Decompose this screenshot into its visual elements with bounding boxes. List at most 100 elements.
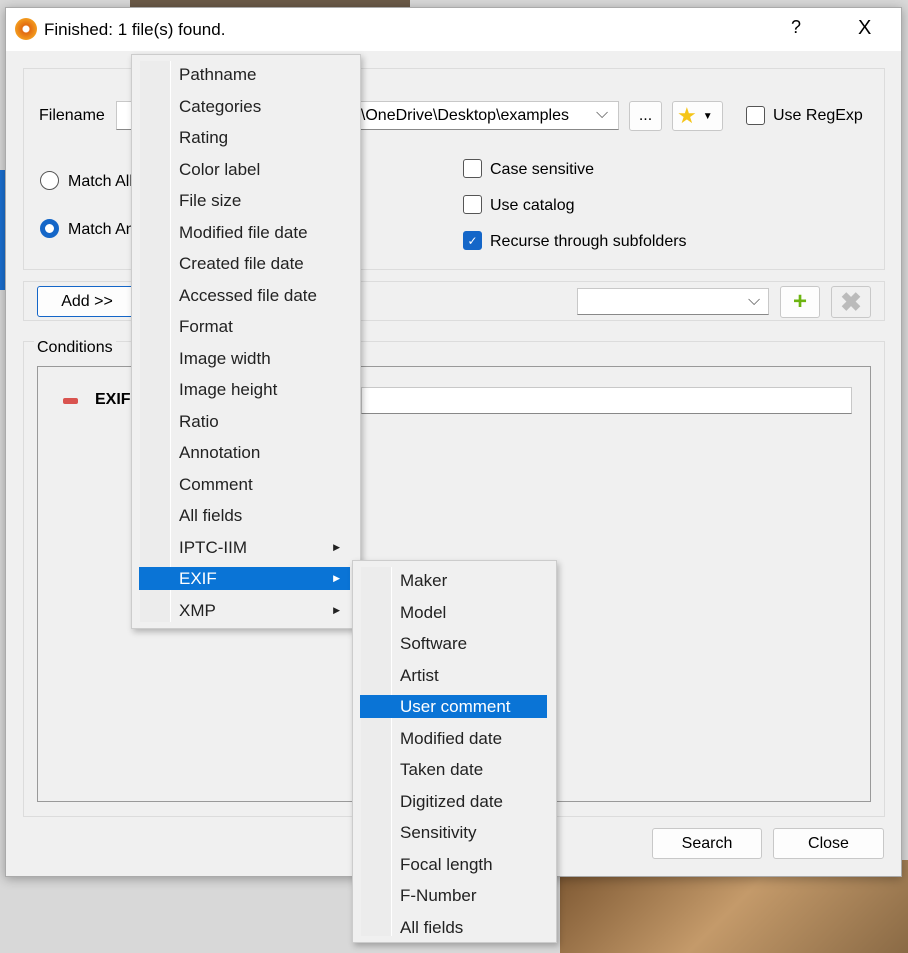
recurse-label: Recurse through subfolders <box>490 233 687 250</box>
menu-item-xmp[interactable]: XMP ▶ <box>139 599 350 622</box>
menu-item-comment[interactable]: Comment <box>139 473 350 496</box>
preset-combo[interactable]: ⌵ <box>577 288 769 315</box>
menu-item-artist[interactable]: Artist <box>360 664 547 687</box>
menu-item-label: File size <box>179 191 242 210</box>
menu-item-label: Format <box>179 317 233 336</box>
menu-item-format[interactable]: Format <box>139 315 350 338</box>
remove-condition-icon[interactable] <box>63 398 78 404</box>
menu-item-label: EXIF <box>179 569 217 588</box>
favorites-button[interactable]: ★ ▼ <box>672 101 723 131</box>
recurse-checkbox[interactable]: ✓ <box>463 231 482 250</box>
menu-item-label: Sensitivity <box>400 823 477 842</box>
match-any-radio[interactable] <box>40 219 59 238</box>
close-window-button[interactable]: X <box>858 17 871 40</box>
menu-item-maker[interactable]: Maker <box>360 569 547 592</box>
add-label: Add >> <box>61 292 113 310</box>
menu-item-image-height[interactable]: Image height <box>139 378 350 401</box>
menu-item-exif[interactable]: EXIF ▶ <box>139 567 350 590</box>
menu-item-pathname[interactable]: Pathname <box>139 63 350 86</box>
menu-item-label: All fields <box>179 506 243 525</box>
menu-item-created-file-date[interactable]: Created file date <box>139 252 350 275</box>
menu-item-software[interactable]: Software <box>360 632 547 655</box>
chevron-down-icon: ⌵ <box>748 292 761 309</box>
menu-item-user-comment[interactable]: User comment <box>360 695 547 718</box>
app-logo-icon <box>15 18 37 40</box>
delete-preset-button[interactable]: ✖ <box>831 286 871 318</box>
menu-item-label: User comment <box>400 697 511 716</box>
menu-item-modified-file-date[interactable]: Modified file date <box>139 221 350 244</box>
match-all-radio[interactable] <box>40 171 59 190</box>
menu-item-file-size[interactable]: File size <box>139 189 350 212</box>
add-button[interactable]: Add >> <box>37 286 137 317</box>
submenu-arrow-icon: ▶ <box>333 604 340 615</box>
menu-item-categories[interactable]: Categories <box>139 95 350 118</box>
close-label: Close <box>808 834 849 852</box>
menu-item-label: Modified date <box>400 728 503 748</box>
case-sensitive-label: Case sensitive <box>490 161 595 178</box>
menu-item-label: Digitized date <box>400 791 504 811</box>
search-button[interactable]: Search <box>652 828 762 859</box>
menu-item-label: Rating <box>179 128 229 147</box>
menu-item-label: Maker <box>400 571 448 590</box>
menu-item-digitized-date[interactable]: Digitized date <box>360 790 547 813</box>
menu-item-label: Comment <box>179 474 253 494</box>
menu-item-label: Image width <box>179 348 271 368</box>
menu-item-label: XMP <box>179 600 216 620</box>
menu-item-all-fields[interactable]: All fields <box>360 916 547 939</box>
menu-item-image-width[interactable]: Image width <box>139 347 350 370</box>
use-catalog-label: Use catalog <box>490 197 575 214</box>
submenu-arrow-icon: ▶ <box>333 573 340 583</box>
delete-icon: ✖ <box>840 286 862 317</box>
conditions-label: Conditions <box>34 339 116 357</box>
close-button[interactable]: Close <box>773 828 884 859</box>
menu-item-label: Accessed file date <box>179 285 317 305</box>
menu-item-rating[interactable]: Rating <box>139 126 350 149</box>
menu-item-all-fields[interactable]: All fields <box>139 504 350 527</box>
menu-item-label: Taken date <box>400 760 484 779</box>
menu-item-color-label[interactable]: Color label <box>139 158 350 181</box>
search-label: Search <box>681 834 733 852</box>
add-preset-button[interactable]: + <box>780 286 820 318</box>
menu-item-sensitivity[interactable]: Sensitivity <box>360 821 547 844</box>
use-regexp-checkbox[interactable] <box>746 106 765 125</box>
chevron-down-icon: ⌵ <box>596 105 609 122</box>
menu-item-label: All fields <box>400 917 464 937</box>
menu-item-label: Model <box>400 602 447 622</box>
condition-value-input[interactable] <box>361 387 852 414</box>
submenu-arrow-icon: ▶ <box>333 541 340 552</box>
help-button[interactable]: ? <box>791 17 801 38</box>
case-sensitive-checkbox[interactable] <box>463 159 482 178</box>
menu-item-model[interactable]: Model <box>360 601 547 624</box>
filename-label: Filename <box>39 107 105 124</box>
path-combo[interactable]: a\OneDrive\Desktop\examples ⌵ <box>324 101 619 130</box>
menu-item-focal-length[interactable]: Focal length <box>360 853 547 876</box>
use-catalog-checkbox[interactable] <box>463 195 482 214</box>
match-all-label: Match All <box>68 173 133 190</box>
title-bar: Finished: 1 file(s) found. ? X <box>6 8 901 51</box>
condition-field-label: EXIF <box>95 391 131 408</box>
menu-item-label: Pathname <box>179 65 257 84</box>
menu-item-label: F-Number <box>400 886 477 905</box>
menu-item-label: Focal length <box>400 854 493 874</box>
browse-button[interactable]: ... <box>629 101 662 131</box>
menu-item-label: Artist <box>400 665 439 685</box>
menu-item-label: Color label <box>179 159 261 179</box>
menu-item-label: Categories <box>179 96 262 116</box>
menu-item-annotation[interactable]: Annotation <box>139 441 350 464</box>
menu-item-label: Image height <box>179 380 278 399</box>
menu-item-iptc-iim[interactable]: IPTC-IIM ▶ <box>139 536 350 559</box>
menu-item-ratio[interactable]: Ratio <box>139 410 350 433</box>
menu-item-label: Software <box>400 634 468 653</box>
menu-item-label: Annotation <box>179 443 261 462</box>
exif-submenu: Maker Model Software Artist User comment Modi… <box>352 560 557 943</box>
menu-item-f-number[interactable]: F-Number <box>360 884 547 907</box>
window-title: Finished: 1 file(s) found. <box>44 20 226 39</box>
dropdown-arrow-icon: ▼ <box>702 110 713 122</box>
menu-item-taken-date[interactable]: Taken date <box>360 758 547 781</box>
menu-item-accessed-file-date[interactable]: Accessed file date <box>139 284 350 307</box>
browse-label: ... <box>638 107 653 124</box>
menu-item-label: Modified file date <box>179 222 308 242</box>
menu-item-modified-date[interactable]: Modified date <box>360 727 547 750</box>
field-menu: Pathname Categories Rating Color label File … <box>131 54 361 629</box>
menu-item-label: Created file date <box>179 254 304 273</box>
